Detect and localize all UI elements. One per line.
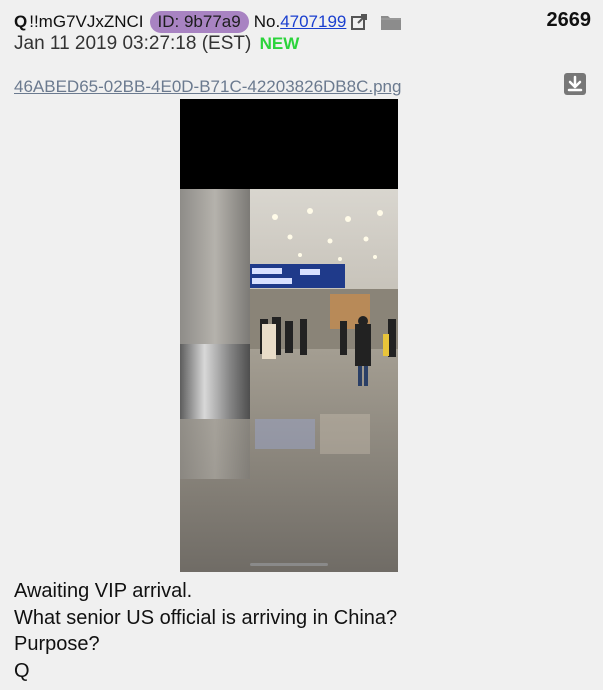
tripcode: !!mG7VJxZNCI: [29, 12, 144, 31]
external-link-icon[interactable]: [350, 13, 368, 31]
post-number: No.4707199: [254, 12, 347, 32]
post-number-prefix: No.: [253, 12, 281, 31]
post-signature: Q: [14, 659, 30, 682]
new-badge: NEW: [259, 34, 300, 53]
post-count: 2669: [546, 9, 592, 31]
attachment-filename-link[interactable]: 46ABED65-02BB-4E0D-B71C-42203826DB8C.png: [14, 77, 401, 97]
video-frame-image: [180, 189, 398, 572]
post-datetime: Jan 11 2019 03:27:18 (EST): [14, 33, 252, 54]
author-name: Q: [14, 12, 28, 31]
video-progress-bar[interactable]: [250, 563, 328, 566]
poster-id-badge[interactable]: ID: 9b77a9: [149, 11, 249, 33]
folder-icon[interactable]: [380, 13, 402, 31]
download-icon[interactable]: [564, 73, 586, 95]
post-body-line: Purpose?: [14, 633, 100, 655]
post: Q !!mG7VJxZNCI ID: 9b77a9 No.4707199 266…: [0, 0, 603, 690]
post-header: Q !!mG7VJxZNCI ID: 9b77a9 No.4707199: [14, 9, 402, 35]
post-body-line: Awaiting VIP arrival.: [14, 580, 193, 602]
post-body: Awaiting VIP arrival. What senior US off…: [14, 578, 397, 684]
post-timestamp-row: Jan 11 2019 03:27:18 (EST) NEW: [14, 33, 299, 55]
post-number-link[interactable]: 4707199: [280, 12, 346, 31]
post-body-line: What senior US official is arriving in C…: [14, 606, 398, 629]
attached-video[interactable]: [180, 99, 398, 572]
